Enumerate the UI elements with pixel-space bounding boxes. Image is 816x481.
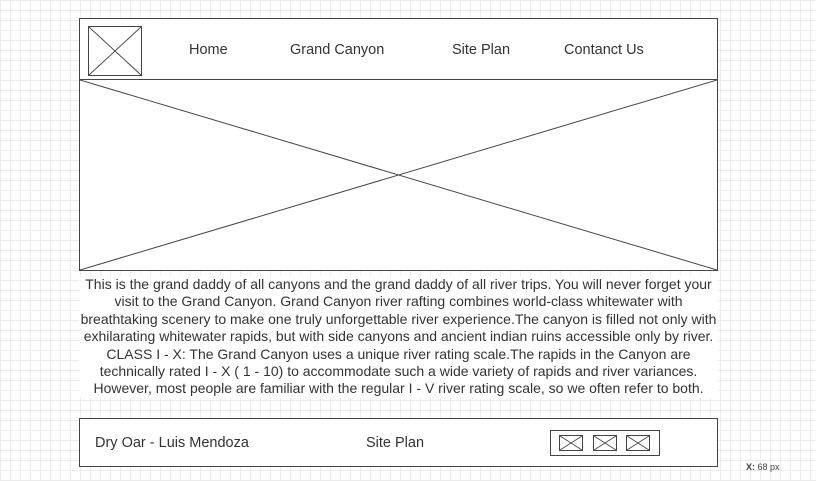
- header-bar: Home Grand Canyon Site Plan Contanct Us: [79, 18, 718, 80]
- image-placeholder-icon[interactable]: [593, 435, 617, 451]
- social-icons-group: [550, 430, 660, 456]
- hero-image-placeholder: [79, 79, 718, 271]
- nav-site-plan[interactable]: Site Plan: [452, 42, 510, 58]
- logo-placeholder-icon[interactable]: [88, 26, 142, 76]
- nav-home[interactable]: Home: [189, 42, 228, 58]
- coordinate-label: X:: [746, 462, 755, 472]
- footer-site-plan-link[interactable]: Site Plan: [366, 435, 424, 451]
- nav-grand-canyon[interactable]: Grand Canyon: [290, 42, 384, 58]
- hero-placeholder-icon: [80, 80, 717, 270]
- footer-bar: Dry Oar - Luis Mendoza Site Plan: [79, 418, 718, 467]
- nav-contact-us[interactable]: Contanct Us: [564, 42, 644, 58]
- footer-credit: Dry Oar - Luis Mendoza: [95, 435, 249, 451]
- image-placeholder-icon[interactable]: [559, 435, 583, 451]
- coordinate-readout: X: 68 px: [746, 462, 780, 472]
- body-paragraph: This is the grand daddy of all canyons a…: [79, 276, 718, 398]
- coordinate-value: 68 px: [757, 462, 780, 472]
- image-placeholder-icon[interactable]: [626, 435, 650, 451]
